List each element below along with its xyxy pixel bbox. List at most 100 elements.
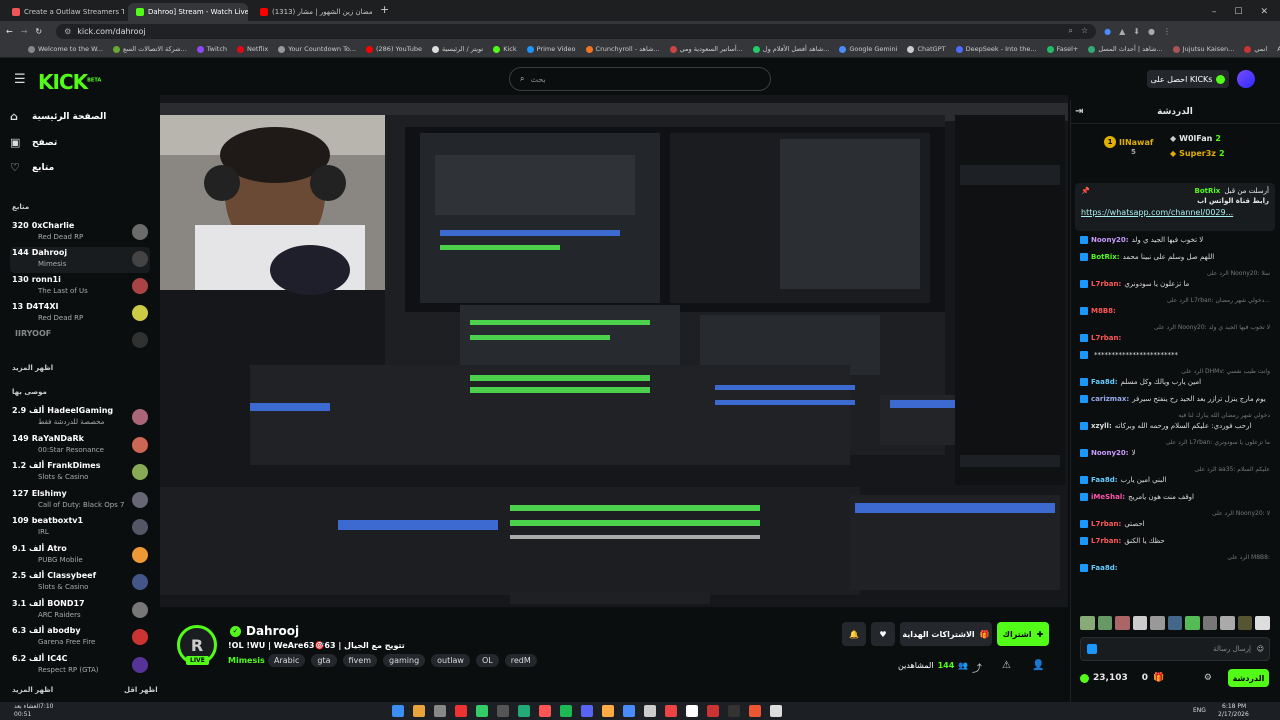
kicks-balance[interactable]: 23,103: [1093, 673, 1128, 683]
emote-icon[interactable]: [1097, 616, 1113, 630]
show-more-button[interactable]: اظهر المزيد: [12, 686, 53, 694]
chat-message[interactable]: Faa8d:: [1080, 564, 1270, 572]
stream-tag[interactable]: Arabic: [268, 654, 306, 667]
emote-icon[interactable]: [1237, 616, 1253, 630]
sidebar-channel[interactable]: 3.1 ألف BOND17 ARC Raiders: [10, 598, 150, 624]
taskbar-app-icon[interactable]: [455, 705, 467, 717]
bookmark-item[interactable]: ChatGPT: [907, 45, 946, 53]
bookmark-item[interactable]: Netflix: [237, 45, 268, 53]
forward-icon[interactable]: →: [21, 27, 28, 36]
clock-time[interactable]: 6:18 PM: [1222, 703, 1246, 710]
bookmark-item[interactable]: Crunchyroll - شاهد...: [585, 45, 660, 53]
chat-message[interactable]: L7rban: ما تزعلون يا سودونري: [1080, 280, 1270, 288]
sidebar-channel[interactable]: 9.1 ألف Atro PUBG Mobile: [10, 543, 150, 569]
taskbar-app-icon[interactable]: [392, 705, 404, 717]
taskbar-app-icon[interactable]: [665, 705, 677, 717]
stream-tag[interactable]: fivem: [342, 654, 377, 667]
stream-tag[interactable]: outlaw: [431, 654, 470, 667]
chat-message[interactable]: L7rban: احصتي: [1080, 520, 1270, 528]
chat-input[interactable]: إرسال رسالة ☺: [1080, 637, 1270, 661]
taskbar-app-icon[interactable]: [749, 705, 761, 717]
stream-tag[interactable]: gaming: [383, 654, 426, 667]
bookmark-item[interactable]: Kick: [493, 45, 517, 53]
chat-username[interactable]: M8B8:: [1091, 307, 1116, 315]
taskbar-app-icon[interactable]: [686, 705, 698, 717]
video-player[interactable]: [160, 95, 1068, 607]
chat-message[interactable]: Faa8d: امين يارب ويالك وكل مسلم: [1080, 378, 1270, 386]
taskbar-app-icon[interactable]: [644, 705, 656, 717]
star-icon[interactable]: ☆: [1081, 26, 1088, 36]
maximize-icon[interactable]: ☐: [1234, 7, 1242, 17]
user-avatar[interactable]: [1237, 70, 1255, 88]
close-window-icon[interactable]: ✕: [1260, 7, 1268, 17]
sidebar-nav-home[interactable]: ⌂ الصفحة الرئيسية: [10, 111, 106, 123]
back-icon[interactable]: ←: [6, 27, 13, 36]
chat-username[interactable]: L7rban:: [1091, 280, 1121, 288]
gift-icon[interactable]: 🎁: [1153, 673, 1164, 683]
sidebar-channel[interactable]: 13 D4T4XI Red Dead RP: [10, 301, 150, 327]
chat-username[interactable]: L7rban:: [1091, 537, 1121, 545]
chat-username[interactable]: Noony20:: [1091, 236, 1129, 244]
extension-icon[interactable]: ▲: [1119, 27, 1125, 36]
user-icon[interactable]: 👤: [1032, 660, 1044, 671]
emote-icon[interactable]: [1202, 616, 1218, 630]
language-indicator[interactable]: ENG: [1193, 707, 1206, 714]
sidebar-channel[interactable]: 1.2 ألف FrankDimes Slots & Casino: [10, 460, 150, 486]
taskbar-app-icon[interactable]: [518, 705, 530, 717]
sidebar-channel[interactable]: 6.2 ألف IC4C Respect RP (GTA): [10, 653, 150, 679]
chat-message[interactable]: ************************: [1080, 351, 1270, 359]
bookmark-item[interactable]: Jujutsu Kaisen...: [1172, 45, 1234, 53]
bookmark-item[interactable]: شاهد | أحداث المسل...: [1088, 45, 1163, 53]
gift-subs-button[interactable]: الاشتراكات الهداية 🎁: [900, 622, 992, 646]
chat-message[interactable]: BotRix: اللهم صل وسلم على نبينا محمد: [1080, 253, 1270, 261]
chat-message[interactable]: L7rban:: [1080, 334, 1270, 342]
chat-username[interactable]: carizmax:: [1091, 395, 1129, 403]
sidebar-channel[interactable]: 130 ronn1i The Last of Us: [10, 274, 150, 300]
emote-icon[interactable]: [1080, 616, 1095, 630]
stream-tag[interactable]: OL: [475, 654, 499, 667]
bookmark-item[interactable]: انمي: [1244, 45, 1267, 53]
chat-message[interactable]: L7rban: حظك يا الكنق: [1080, 537, 1270, 545]
chat-message[interactable]: Noony20: لا: [1080, 449, 1270, 457]
sidebar-nav-browse[interactable]: ▣ تصفح: [10, 137, 57, 149]
search-input[interactable]: ⌕ بحث: [509, 67, 771, 91]
chat-username[interactable]: xzyll:: [1091, 422, 1112, 430]
taskbar-app-icon[interactable]: [623, 705, 635, 717]
get-kicks-button[interactable]: احصل على KICKs: [1147, 70, 1229, 88]
sidebar-channel[interactable]: 320 0xCharlie Red Dead RP: [10, 220, 150, 246]
emote-icon[interactable]: [1255, 616, 1271, 630]
downloads-icon[interactable]: ⬇: [1133, 27, 1140, 36]
chat-username[interactable]: BotRix:: [1091, 253, 1120, 261]
emote-icon[interactable]: [1132, 616, 1148, 630]
chat-message[interactable]: carizmax: يوم مارج ينزل ترازر بعد الحيد ر…: [1080, 395, 1270, 403]
taskbar-app-icon[interactable]: [476, 705, 488, 717]
chat-message[interactable]: xzyll: ارحب فوردي: عليكم السلام ورحمه الل…: [1080, 422, 1270, 430]
taskbar-app-icon[interactable]: [581, 705, 593, 717]
pin-icon[interactable]: 📌: [1081, 187, 1090, 195]
pinned-message[interactable]: 📌 BotRix أرسلت من قبل رابط قناة الواتس ا…: [1075, 183, 1275, 231]
chat-username[interactable]: Faa8d:: [1091, 476, 1118, 484]
new-tab-button[interactable]: +: [380, 3, 389, 21]
taskbar-app-icon[interactable]: [602, 705, 614, 717]
chat-message[interactable]: iMeShal: اوقف منت هون يامريج: [1080, 493, 1270, 501]
chat-username[interactable]: L7rban:: [1091, 520, 1121, 528]
emote-icon[interactable]: [1185, 616, 1200, 630]
taskbar-app-icon[interactable]: [413, 705, 425, 717]
sidebar-channel[interactable]: 144 Dahrooj Mimesis: [10, 247, 150, 273]
emoji-icon[interactable]: ☺: [1257, 645, 1264, 653]
bookmark-item[interactable]: Your Countdown To...: [278, 45, 356, 53]
bookmark-item[interactable]: Fasel+: [1046, 45, 1078, 53]
bookmark-item[interactable]: شركة الاتصالات السع...: [113, 45, 187, 53]
collapse-chat-icon[interactable]: ⇥: [1075, 106, 1083, 117]
show-less-button[interactable]: اظهر اقل: [124, 686, 158, 694]
follow-button[interactable]: اشتراك ✚: [997, 622, 1049, 646]
taskbar-app-icon[interactable]: [728, 705, 740, 717]
kick-emote-icon[interactable]: [1087, 644, 1097, 654]
pinned-link[interactable]: https://whatsapp.com/channel/0029...: [1081, 208, 1269, 217]
show-more-button[interactable]: اظهر المزيد: [12, 364, 53, 372]
emote-icon[interactable]: [1167, 616, 1183, 630]
minimize-icon[interactable]: –: [1212, 7, 1217, 17]
report-icon[interactable]: ⚠: [1002, 660, 1011, 671]
chat-username[interactable]: L7rban:: [1091, 334, 1121, 342]
stream-category[interactable]: Mimesis: [228, 656, 265, 665]
